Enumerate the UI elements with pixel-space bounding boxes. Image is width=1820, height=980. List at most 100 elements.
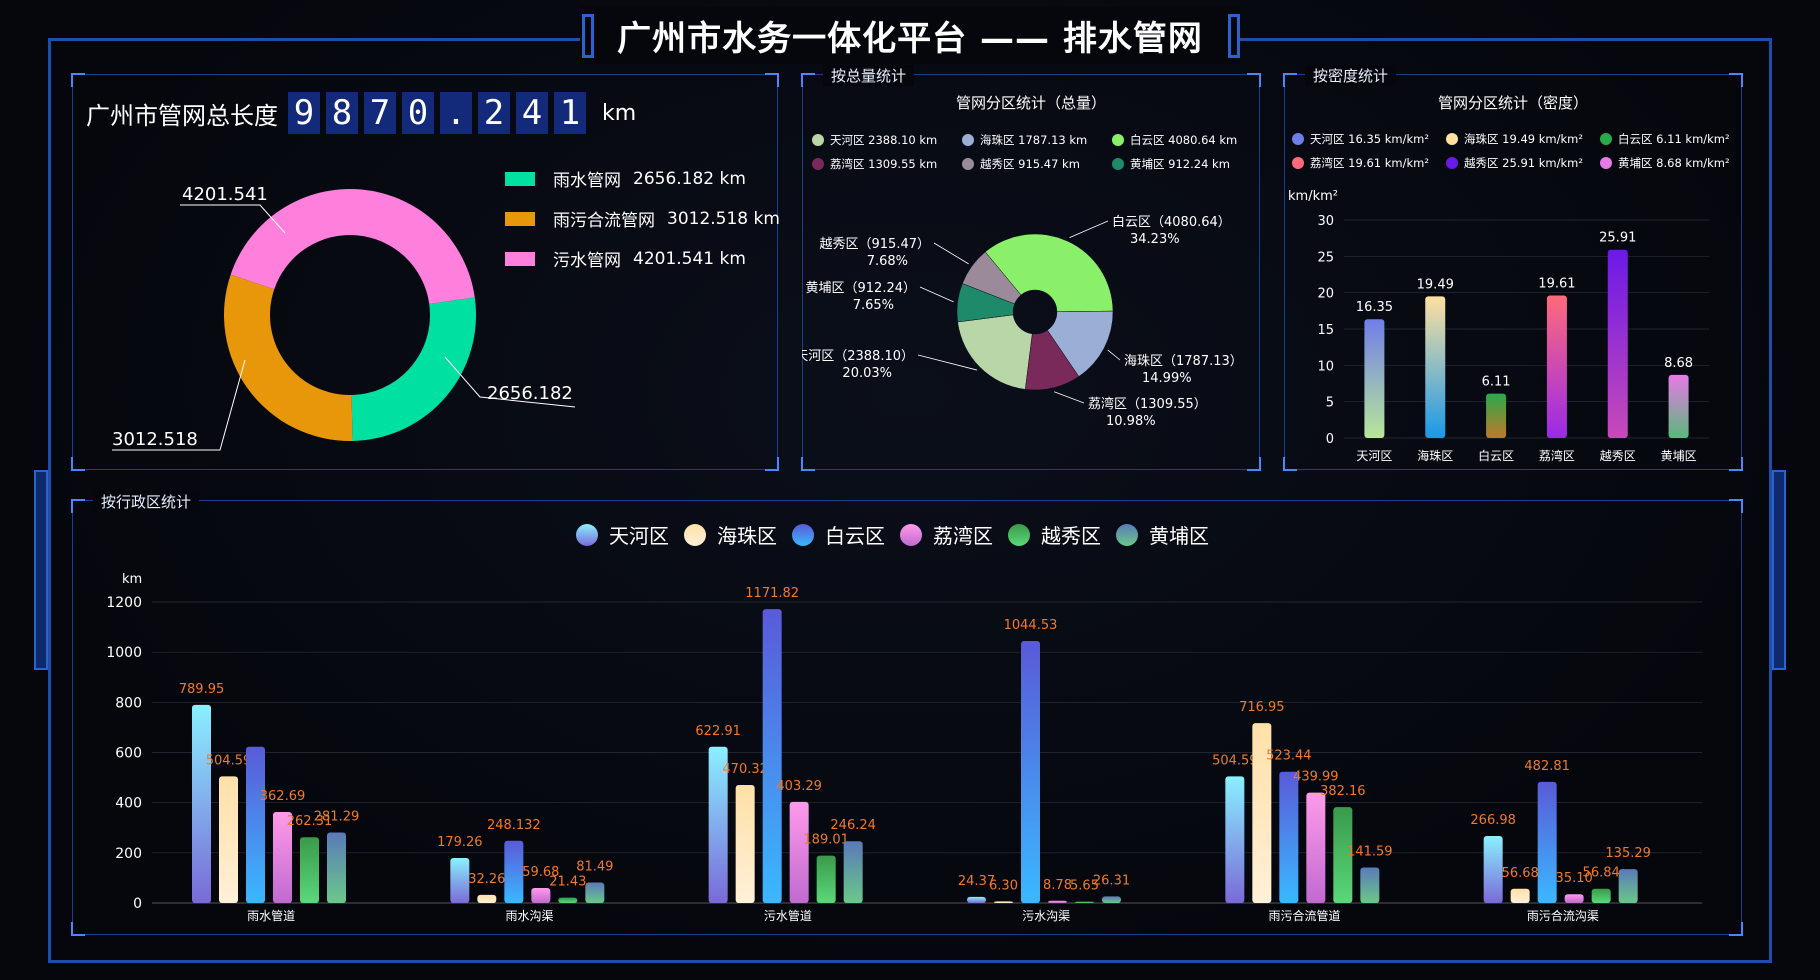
y-tick-label: 15 bbox=[1317, 323, 1334, 338]
legend-swatch bbox=[1446, 157, 1458, 169]
district-bar bbox=[1225, 776, 1245, 903]
bar-value-label: 281.29 bbox=[314, 809, 360, 824]
bar-value-label: 19.49 bbox=[1417, 277, 1454, 292]
title-bracket-right bbox=[1228, 14, 1240, 58]
legend-swatch bbox=[1116, 524, 1138, 546]
bar-value-label: 248.132 bbox=[487, 818, 541, 833]
legend-item: 雨水管网 2656.182 km bbox=[505, 166, 746, 191]
y-axis-unit: km bbox=[122, 572, 142, 587]
corner-decoration bbox=[765, 457, 779, 471]
y-tick-label: 0 bbox=[1326, 432, 1334, 447]
density-bar bbox=[1668, 374, 1689, 438]
title-bracket-left bbox=[582, 14, 594, 58]
legend-label: 荔湾区 bbox=[933, 524, 993, 548]
bar-value-label: 382.16 bbox=[1320, 784, 1366, 799]
legend-label: 天河区 16.35 km/km² bbox=[1310, 132, 1429, 146]
legend-swatch bbox=[812, 134, 824, 146]
x-tick-label: 雨水沟渠 bbox=[505, 909, 553, 923]
total-length-digits: 9870.241 bbox=[288, 92, 592, 134]
bar-value-label: 789.95 bbox=[179, 682, 225, 697]
district-bar bbox=[967, 896, 986, 903]
bar-value-label: 16.35 bbox=[1356, 300, 1393, 315]
bar-value-label: 19.61 bbox=[1538, 277, 1575, 292]
legend-swatch bbox=[1292, 157, 1304, 169]
density-bar bbox=[1364, 319, 1385, 438]
pie-leader-line bbox=[1054, 391, 1085, 404]
network-type-donut-chart: 2656.182 3012.518 4201.541 bbox=[112, 184, 576, 451]
y-axis-unit: km/km² bbox=[1288, 189, 1338, 204]
total-length-digit: 9 bbox=[288, 92, 320, 134]
donut-value-label: 4201.541 bbox=[182, 184, 268, 205]
pie-leader-line bbox=[1069, 220, 1109, 238]
donut-slice bbox=[230, 188, 475, 304]
total-length-digit: 1 bbox=[554, 92, 586, 134]
legend-label: 白云区 6.11 km/km² bbox=[1618, 132, 1730, 146]
bar-value-label: 8.68 bbox=[1664, 356, 1693, 371]
donut-slice bbox=[351, 297, 476, 441]
district-bar bbox=[1279, 771, 1299, 903]
x-tick-label: 雨污合流管道 bbox=[1268, 908, 1340, 923]
y-tick-label: 400 bbox=[115, 796, 142, 812]
legend-swatch bbox=[1600, 133, 1612, 145]
district-bar bbox=[300, 837, 319, 903]
legend-value: 2656.182 km bbox=[633, 168, 746, 189]
total-length-digit: 2 bbox=[478, 92, 510, 134]
district-bar bbox=[994, 901, 1013, 903]
bar-value-label: 189.01 bbox=[803, 833, 849, 848]
pie-leader-line bbox=[1107, 349, 1121, 361]
pie-slice-label: 黄埔区（912.24） bbox=[806, 281, 917, 296]
pie-slice-label: 天河区（2388.10） bbox=[802, 349, 914, 364]
bar-value-label: 56.84 bbox=[1583, 866, 1620, 881]
district-bar bbox=[789, 801, 809, 903]
legend-label: 荔湾区 19.61 km/km² bbox=[1310, 156, 1429, 170]
bar-value-label: 403.29 bbox=[776, 779, 822, 794]
bar-value-label: 716.95 bbox=[1239, 700, 1285, 715]
bar-value-label: 362.69 bbox=[260, 789, 306, 804]
y-tick-label: 600 bbox=[115, 746, 142, 762]
x-tick-label: 越秀区 bbox=[1600, 449, 1636, 463]
bar-title: 管网分区统计（密度） bbox=[1438, 94, 1588, 112]
district-bar bbox=[1537, 781, 1557, 903]
legend-swatch bbox=[962, 134, 974, 146]
legend-swatch bbox=[684, 524, 706, 546]
pie-leader-line bbox=[919, 286, 954, 303]
legend-label: 黄埔区 912.24 km bbox=[1130, 157, 1230, 171]
district-bar bbox=[585, 882, 605, 903]
district-bar bbox=[735, 785, 755, 903]
bar-value-label: 246.24 bbox=[830, 818, 876, 833]
pie-title: 管网分区统计（总量） bbox=[956, 94, 1106, 112]
legend-label: 海珠区 19.49 km/km² bbox=[1464, 132, 1583, 146]
x-tick-label: 雨污合流沟渠 bbox=[1527, 908, 1599, 923]
y-tick-label: 1000 bbox=[106, 645, 142, 661]
density-bar bbox=[1486, 393, 1507, 438]
y-tick-label: 200 bbox=[115, 846, 142, 862]
legend-swatch bbox=[505, 171, 535, 186]
right-side-decoration bbox=[1772, 470, 1786, 670]
x-tick-label: 污水沟渠 bbox=[1022, 909, 1070, 923]
district-bar bbox=[246, 746, 265, 903]
y-tick-label: 20 bbox=[1317, 287, 1334, 302]
legend-label: 黄埔区 bbox=[1149, 524, 1209, 548]
donut-slice bbox=[224, 274, 353, 441]
legend-label: 污水管网 bbox=[553, 251, 621, 271]
header-bar: 广州市水务一体化平台 —— 排水管网 bbox=[580, 6, 1240, 64]
legend-label: 越秀区 bbox=[1041, 524, 1101, 548]
bar-value-label: 8.78 bbox=[1043, 878, 1072, 893]
district-bar bbox=[762, 609, 782, 903]
bar-value-label: 1044.53 bbox=[1004, 618, 1058, 633]
district-bar bbox=[1591, 888, 1611, 903]
page-title: 广州市水务一体化平台 —— 排水管网 bbox=[617, 18, 1203, 59]
district-bar bbox=[477, 894, 497, 903]
district-bar bbox=[816, 855, 836, 903]
pie-slice-percent: 7.65% bbox=[853, 298, 894, 313]
legend-label: 越秀区 915.47 km bbox=[980, 157, 1080, 171]
bar-value-label: 6.30 bbox=[989, 878, 1018, 893]
density-bar bbox=[1425, 296, 1446, 438]
pie-slice-percent: 34.23% bbox=[1130, 232, 1180, 247]
corner-decoration bbox=[71, 73, 85, 87]
total-length-unit: km bbox=[602, 100, 637, 126]
pie-slice-label: 荔湾区（1309.55） bbox=[1088, 396, 1207, 412]
district-bar bbox=[192, 704, 211, 903]
total-length-digit: 8 bbox=[326, 92, 358, 134]
x-tick-label: 海珠区 bbox=[1417, 448, 1453, 463]
